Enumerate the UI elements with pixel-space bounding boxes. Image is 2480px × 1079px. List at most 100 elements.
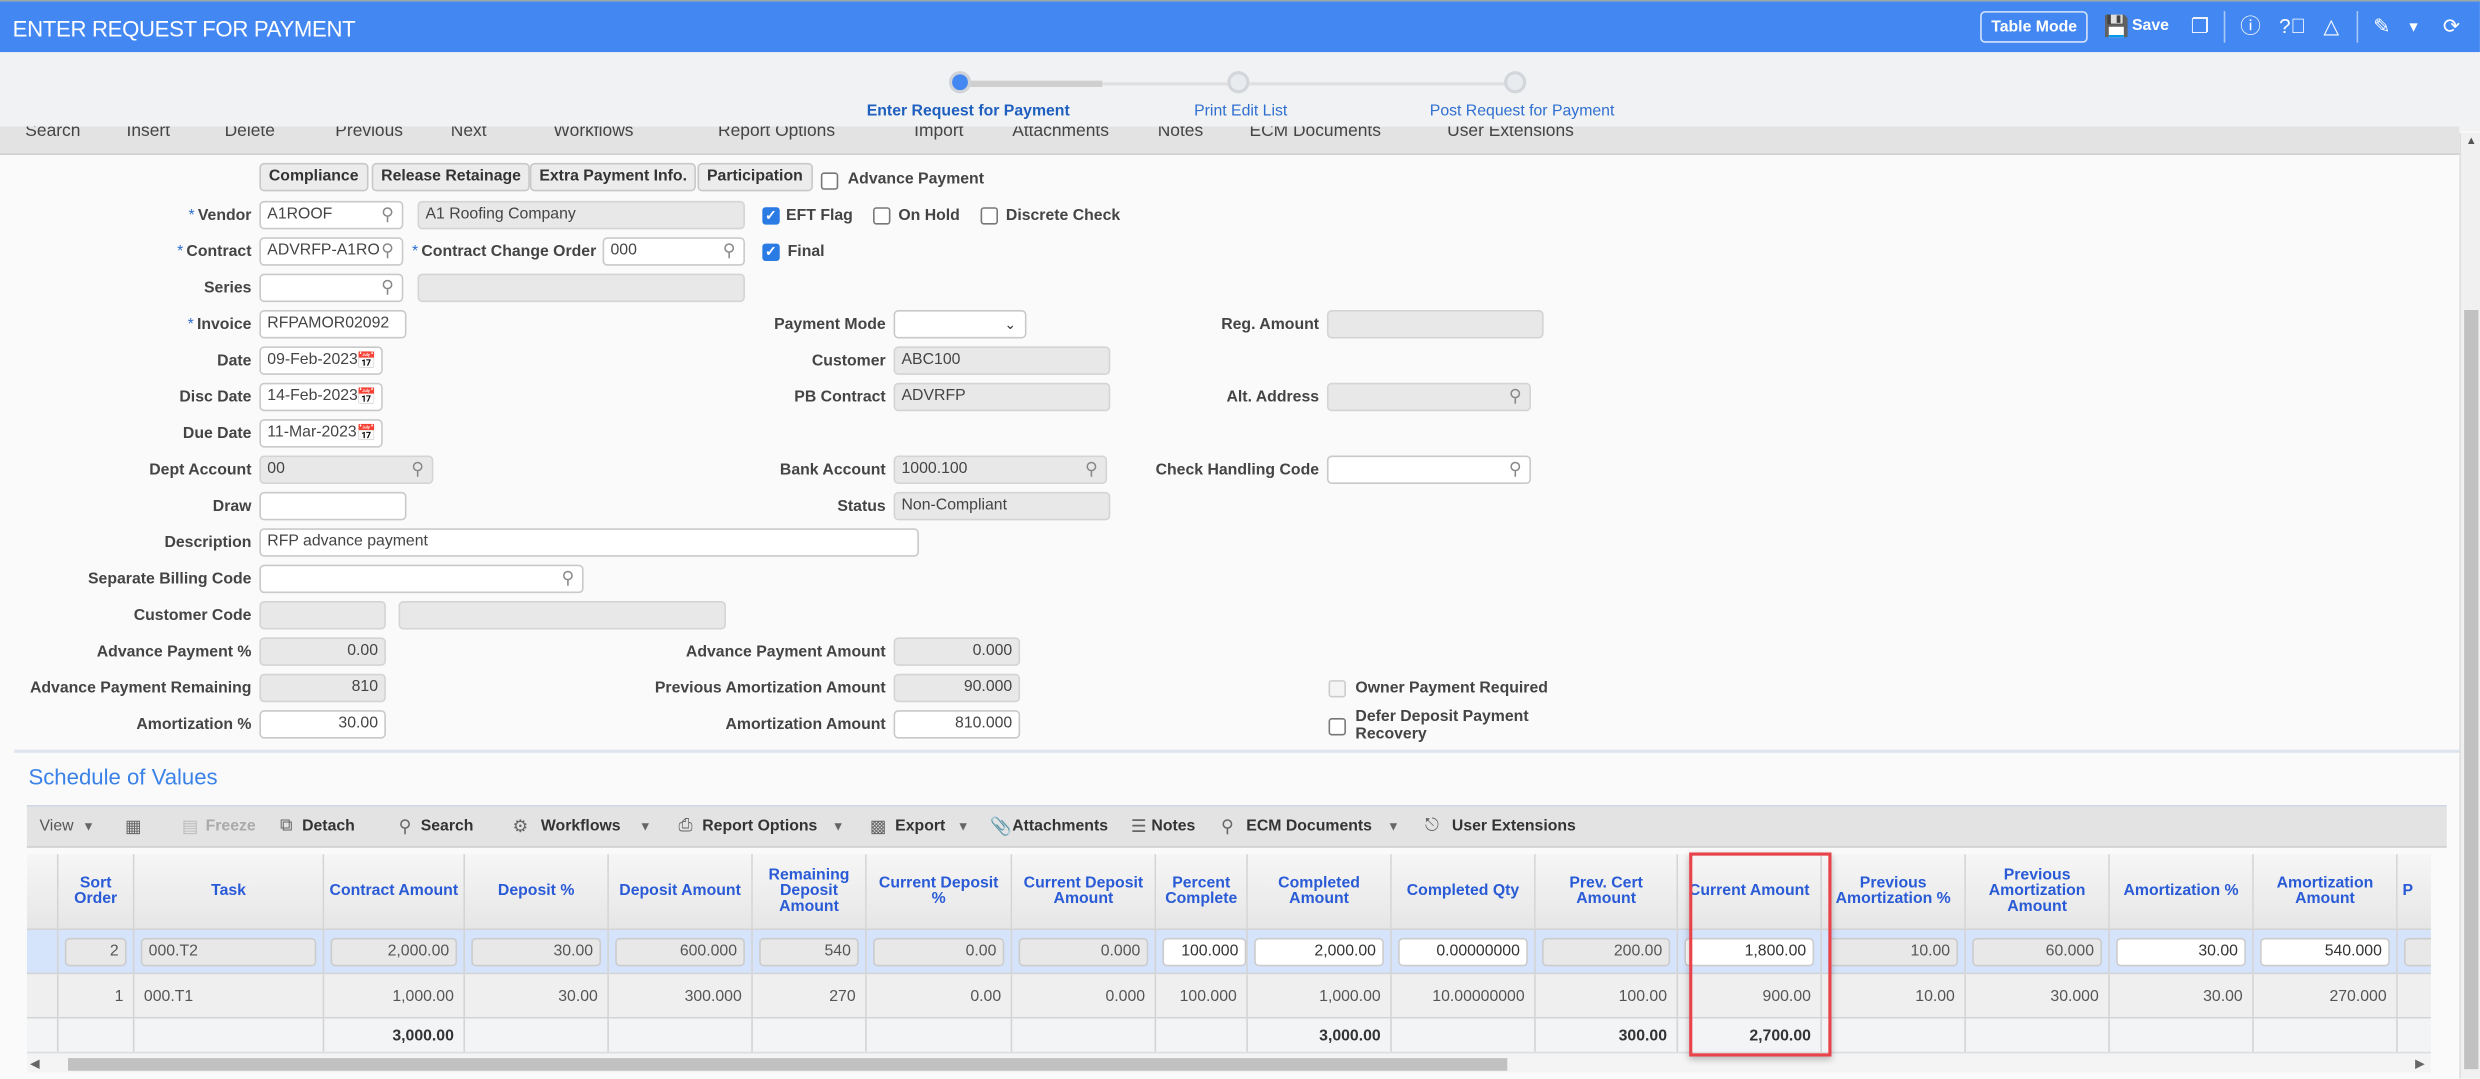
column-header[interactable]: Current Deposit %: [866, 854, 1013, 930]
table-cell[interactable]: 000.T2: [134, 929, 325, 973]
calendar-icon[interactable]: 📅: [357, 386, 377, 410]
eft-flag-checkbox[interactable]: ✓: [762, 207, 780, 225]
user-extensions-button[interactable]: User Extensions: [1452, 818, 1576, 835]
notes-icon[interactable]: ☰: [1131, 816, 1147, 837]
table-cell[interactable]: 100.000: [1156, 929, 1248, 973]
column-header[interactable]: Sort Order: [58, 854, 135, 930]
contract-input[interactable]: ADVRFP-A1RO ⚲: [259, 237, 404, 266]
chevron-down-icon[interactable]: ▼: [639, 819, 652, 833]
scroll-right-icon[interactable]: ▶: [2415, 1057, 2425, 1071]
chevron-down-icon[interactable]: ▼: [957, 819, 970, 833]
table-cell[interactable]: 540.000: [2254, 929, 2398, 973]
table-cell[interactable]: 0.00000000: [1392, 929, 1536, 973]
refresh-icon[interactable]: ⟳: [2439, 14, 2464, 39]
vertical-scrollbar[interactable]: ▲: [2459, 132, 2480, 1079]
column-header[interactable]: Amortization Amount: [2253, 854, 2398, 930]
compliance-button[interactable]: Compliance: [259, 162, 369, 192]
final-checkbox[interactable]: ✓: [762, 243, 780, 261]
user-extensions-icon[interactable]: ⎋: [1425, 816, 1439, 837]
print-icon[interactable]: ⎙: [679, 816, 693, 837]
due-date-input[interactable]: 11-Mar-2023 📅: [259, 419, 383, 448]
column-header[interactable]: Deposit Amount: [608, 854, 753, 930]
extra-payment-info-button[interactable]: Extra Payment Info.: [529, 162, 697, 192]
vertical-scroll-thumb[interactable]: [2464, 309, 2479, 1070]
cell-input[interactable]: 540.000: [2260, 937, 2390, 967]
detach-icon[interactable]: ⧉: [280, 816, 292, 837]
report-options-button[interactable]: Report Options: [702, 818, 817, 835]
toolbar-report-options[interactable]: Report Options: [718, 127, 835, 141]
chevron-down-icon[interactable]: ▼: [82, 819, 95, 833]
draw-input[interactable]: [259, 491, 407, 521]
step-post-request[interactable]: Post Request for Payment: [1430, 103, 1615, 120]
on-hold-checkbox[interactable]: [873, 207, 891, 225]
table-cell[interactable]: 10.00: [1822, 929, 1966, 973]
defer-deposit-checkbox[interactable]: [1328, 718, 1346, 736]
info-icon[interactable]: ⓘ: [2238, 14, 2263, 39]
chevron-down-icon[interactable]: ▼: [832, 819, 845, 833]
toolbar-workflows[interactable]: Workflows: [554, 127, 634, 141]
workflows-button[interactable]: Workflows: [541, 818, 621, 835]
table-cell[interactable]: 600.000: [609, 929, 753, 973]
release-retainage-button[interactable]: Release Retainage: [371, 162, 531, 192]
search-icon[interactable]: ⚲: [723, 242, 739, 261]
search-icon[interactable]: ⚲: [381, 242, 397, 261]
step-dot-3[interactable]: [1504, 71, 1527, 94]
dept-account-field[interactable]: 00 ⚲: [259, 455, 434, 484]
table-cell[interactable]: 540: [753, 929, 867, 973]
table-cell[interactable]: 0.000: [1012, 929, 1157, 973]
toolbar-import[interactable]: Import: [914, 127, 963, 141]
table-mode-button[interactable]: Table Mode: [1980, 11, 2089, 43]
export-icon[interactable]: ▩: [870, 816, 886, 837]
toolbar-search[interactable]: Search: [25, 127, 80, 141]
table-cell[interactable]: 30.00: [465, 929, 609, 973]
export-button[interactable]: Export: [895, 818, 945, 835]
warning-icon[interactable]: △: [2319, 14, 2344, 39]
search-icon[interactable]: ⚲: [381, 278, 397, 297]
table-cell[interactable]: 2,000.00: [324, 929, 465, 973]
table-cell[interactable]: [2398, 930, 2431, 973]
search-icon[interactable]: ⚲: [1509, 460, 1525, 479]
filter-columns-icon[interactable]: ▦: [125, 816, 141, 837]
toolbar-ecm-documents[interactable]: ECM Documents: [1249, 127, 1380, 141]
participation-button[interactable]: Participation: [697, 162, 813, 192]
column-header[interactable]: Amortization %: [2109, 854, 2254, 930]
table-cell[interactable]: 0.00: [867, 929, 1013, 973]
paperclip-icon[interactable]: 📎: [990, 816, 1012, 837]
search-button[interactable]: Search: [421, 818, 474, 835]
save-button[interactable]: Save: [2132, 17, 2169, 34]
ecm-documents-icon[interactable]: ⚲: [1221, 816, 1234, 837]
notes-button[interactable]: Notes: [1151, 818, 1195, 835]
column-header[interactable]: Previous Amortization Amount: [1965, 854, 2110, 930]
view-menu[interactable]: View: [40, 818, 74, 835]
invoice-input[interactable]: RFPAMOR02092: [259, 309, 407, 339]
row-selector[interactable]: [27, 974, 59, 1017]
table-row[interactable]: 2 000.T2 2,000.00 30.00 600.000 540 0.00 0.000 1…: [26, 929, 2431, 975]
search-icon[interactable]: ⚲: [1085, 460, 1101, 479]
scroll-left-icon[interactable]: ◀: [30, 1057, 40, 1071]
column-header[interactable]: Task: [134, 854, 325, 930]
column-header[interactable]: Current Deposit Amount: [1012, 854, 1157, 930]
discrete-check-checkbox[interactable]: [980, 207, 998, 225]
table-cell[interactable]: 200.00: [1536, 929, 1679, 973]
search-icon[interactable]: ⚲: [381, 206, 397, 225]
step-print-edit-list[interactable]: Print Edit List: [1194, 103, 1287, 120]
cell-input[interactable]: 100.000: [1162, 937, 1247, 967]
row-selector[interactable]: [27, 929, 59, 973]
scroll-up-icon[interactable]: ▲: [2466, 136, 2477, 147]
amortization-pct-input[interactable]: 30.00: [259, 710, 386, 739]
dropdown-icon[interactable]: ▼: [2401, 14, 2426, 39]
cell-input[interactable]: 0.00000000: [1398, 937, 1528, 967]
toolbar-notes[interactable]: Notes: [1158, 127, 1203, 141]
disc-date-input[interactable]: 14-Feb-2023 📅: [259, 382, 383, 412]
ecm-documents-button[interactable]: ECM Documents: [1246, 818, 1372, 835]
column-header[interactable]: Remaining Deposit Amount: [752, 854, 867, 930]
column-header[interactable]: Previous Amortization %: [1822, 854, 1966, 930]
column-header[interactable]: Completed Qty: [1391, 854, 1536, 930]
column-header[interactable]: Prev. Cert Amount: [1535, 854, 1679, 930]
toolbar-previous[interactable]: Previous: [335, 127, 403, 141]
step-dot-1[interactable]: [948, 71, 972, 94]
amortization-amount-input[interactable]: 810.000: [893, 710, 1021, 739]
column-header[interactable]: Percent Complete: [1156, 854, 1248, 930]
toolbar-next[interactable]: Next: [451, 127, 487, 141]
vendor-input[interactable]: A1ROOF ⚲: [259, 200, 404, 230]
